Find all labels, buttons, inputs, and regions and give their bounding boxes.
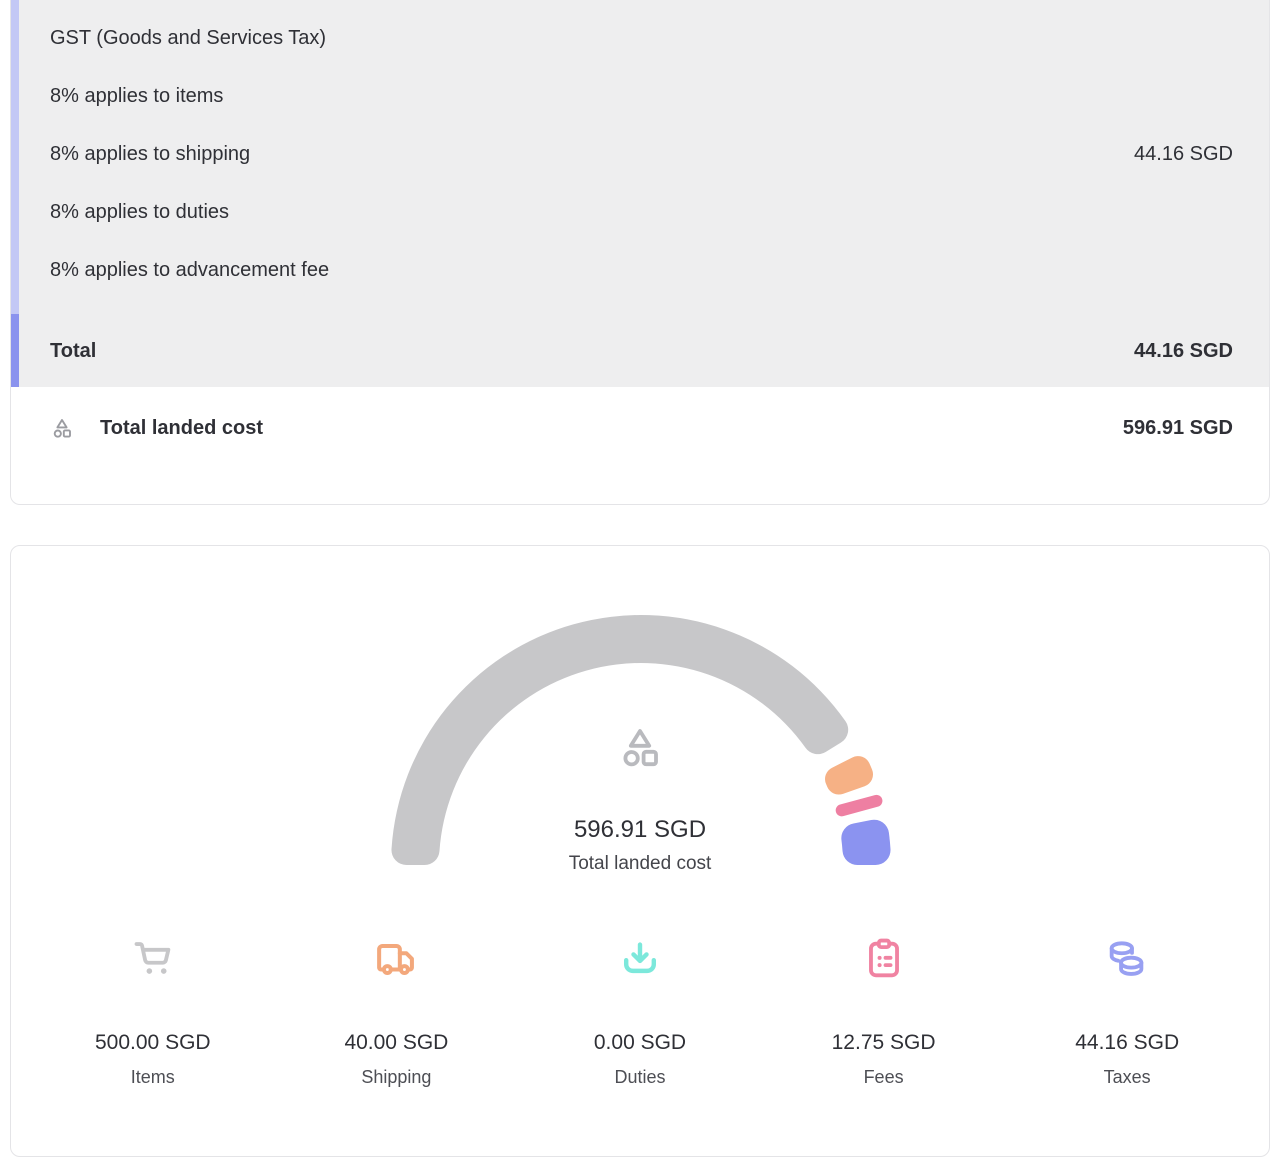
tax-line-label: 8% applies to duties	[50, 200, 229, 225]
cart-icon	[130, 936, 176, 982]
legend-label: Taxes	[1005, 1067, 1249, 1088]
gauge-total-label: Total landed cost	[11, 853, 1269, 875]
legend-taxes: 44.16 SGD Taxes	[1005, 936, 1249, 1088]
shapes-icon	[50, 416, 74, 440]
gauge-total-value: 596.91 SGD	[11, 816, 1269, 844]
legend-shipping: 40.00 SGD Shipping	[275, 936, 519, 1088]
tax-total-label: Total	[50, 339, 96, 364]
total-landed-cost-value: 596.91 SGD	[1123, 415, 1233, 441]
clipboard-icon	[861, 936, 907, 982]
truck-icon	[373, 936, 419, 982]
legend-items: 500.00 SGD Items	[31, 936, 275, 1088]
tax-line-label: 8% applies to advancement fee	[50, 258, 329, 283]
total-landed-cost-label: Total landed cost	[100, 415, 263, 441]
cost-legend: 500.00 SGD Items 40.00 SGD Shipping	[31, 936, 1249, 1088]
total-landed-cost-row: Total landed cost 596.91 SGD	[11, 387, 1269, 441]
legend-value: 500.00 SGD	[31, 1031, 275, 1055]
tax-breakdown-card: GST (Goods and Services Tax) 8% applies …	[10, 0, 1270, 505]
tax-line-advancement-fee: 8% applies to advancement fee	[50, 258, 1233, 283]
legend-value: 12.75 SGD	[762, 1031, 1006, 1055]
legend-value: 40.00 SGD	[275, 1031, 519, 1055]
tax-line-label: 8% applies to items	[50, 84, 223, 109]
tax-total-row: Total 44.16 SGD	[11, 314, 1269, 387]
tax-name: GST (Goods and Services Tax)	[50, 26, 326, 51]
tax-title-row: GST (Goods and Services Tax)	[50, 26, 1233, 51]
tax-line-duties: 8% applies to duties	[50, 200, 1233, 225]
tax-details-section: GST (Goods and Services Tax) 8% applies …	[11, 0, 1269, 314]
download-icon	[617, 936, 663, 982]
tax-line-value: 44.16 SGD	[1134, 142, 1233, 167]
tax-line-shipping: 8% applies to shipping 44.16 SGD	[50, 142, 1233, 167]
legend-value: 0.00 SGD	[518, 1031, 762, 1055]
tax-total-value: 44.16 SGD	[1134, 339, 1233, 364]
tax-line-items: 8% applies to items	[50, 84, 1233, 109]
landed-cost-chart-card: 596.91 SGD Total landed cost 500.00 SGD …	[10, 545, 1270, 1157]
legend-fees: 12.75 SGD Fees	[762, 936, 1006, 1088]
legend-label: Shipping	[275, 1067, 519, 1088]
legend-label: Duties	[518, 1067, 762, 1088]
legend-value: 44.16 SGD	[1005, 1031, 1249, 1055]
coins-icon	[1104, 936, 1150, 982]
tax-line-label: 8% applies to shipping	[50, 142, 250, 167]
legend-duties: 0.00 SGD Duties	[518, 936, 762, 1088]
legend-label: Items	[31, 1067, 275, 1088]
shapes-icon	[616, 723, 664, 771]
legend-label: Fees	[762, 1067, 1006, 1088]
gauge-center: 596.91 SGD Total landed cost	[11, 723, 1269, 875]
